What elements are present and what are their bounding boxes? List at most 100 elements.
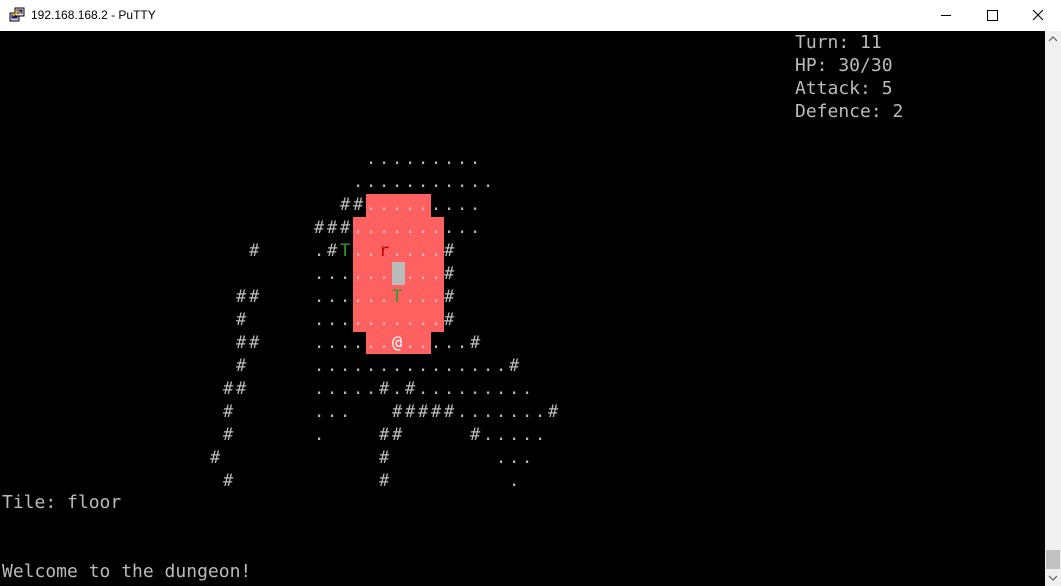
scroll-down-icon[interactable] (1045, 569, 1061, 586)
floor-tile: . (522, 379, 533, 399)
floor-tile: . (314, 333, 325, 353)
wall-tile: # (392, 425, 403, 445)
scrollbar-thumb[interactable] (1046, 550, 1060, 569)
floor-tile: . (366, 356, 377, 376)
floor-tile: . (418, 149, 429, 169)
wall-tile: # (340, 195, 351, 215)
floor-tile: . (444, 379, 455, 399)
floor-tile: . (431, 356, 442, 376)
floor-tile: . (418, 310, 429, 330)
player-glyph: @ (392, 333, 403, 353)
floor-tile: . (470, 356, 481, 376)
floor-tile: . (418, 241, 429, 261)
floor-tile: . (483, 356, 494, 376)
wall-tile: # (418, 402, 429, 422)
floor-tile: . (353, 241, 364, 261)
floor-tile: . (457, 149, 468, 169)
close-icon (1032, 9, 1044, 21)
floor-tile: . (431, 333, 442, 353)
floor-tile: . (340, 402, 351, 422)
floor-tile: . (314, 241, 325, 261)
terminal-area[interactable]: .................... # #......... # # #......… (0, 31, 1045, 586)
floor-tile: . (444, 333, 455, 353)
floor-tile: . (431, 241, 442, 261)
defence-readout: Defence: 2 (795, 101, 904, 122)
wall-tile: # (470, 425, 481, 445)
floor-tile: . (379, 310, 390, 330)
floor-tile: . (418, 172, 429, 192)
scroll-up-icon[interactable] (1045, 31, 1061, 48)
floor-tile: . (509, 448, 520, 468)
vertical-scrollbar[interactable] (1045, 31, 1061, 586)
rat-glyph: r (379, 241, 390, 261)
floor-tile: . (314, 356, 325, 376)
wall-tile: # (405, 402, 416, 422)
floor-tile: . (392, 310, 403, 330)
hp-readout: HP: 30/30 (795, 55, 893, 76)
floor-tile: . (444, 218, 455, 238)
floor-tile: . (418, 218, 429, 238)
floor-tile: . (470, 149, 481, 169)
floor-tile: . (353, 379, 364, 399)
floor-tile: . (392, 149, 403, 169)
wall-tile: # (353, 195, 364, 215)
floor-tile: . (405, 310, 416, 330)
floor-tile: . (392, 195, 403, 215)
wall-tile: # (444, 310, 455, 330)
floor-tile: . (496, 402, 507, 422)
floor-tile: . (327, 333, 338, 353)
minimize-button[interactable] (923, 0, 969, 31)
floor-tile: . (392, 264, 403, 284)
title-bar: 192.168.168.2 - PuTTY (0, 0, 1061, 31)
floor-tile: . (509, 402, 520, 422)
floor-tile: . (340, 356, 351, 376)
wall-tile: # (444, 241, 455, 261)
wall-tile: # (444, 264, 455, 284)
close-button[interactable] (1015, 0, 1061, 31)
floor-tile: . (340, 333, 351, 353)
message-log: Welcome to the dungeon! (2, 561, 252, 582)
floor-tile: . (457, 379, 468, 399)
floor-tile: . (405, 218, 416, 238)
floor-tile: . (379, 264, 390, 284)
floor-tile: . (379, 172, 390, 192)
tile-info: Tile: floor (2, 492, 122, 513)
floor-tile: . (405, 287, 416, 307)
floor-tile: . (483, 379, 494, 399)
floor-tile: . (353, 218, 364, 238)
floor-tile: . (353, 287, 364, 307)
floor-tile: . (418, 195, 429, 215)
floor-tile: . (366, 149, 377, 169)
floor-tile: . (522, 448, 533, 468)
putty-icon (9, 7, 25, 22)
floor-tile: . (496, 425, 507, 445)
floor-tile: . (457, 333, 468, 353)
floor-tile: . (522, 425, 533, 445)
floor-tile: . (457, 402, 468, 422)
floor-tile: . (366, 218, 377, 238)
floor-tile: . (379, 356, 390, 376)
floor-tile: . (509, 379, 520, 399)
floor-tile: . (366, 172, 377, 192)
floor-tile: . (366, 310, 377, 330)
floor-tile: . (457, 218, 468, 238)
maximize-button[interactable] (969, 0, 1015, 31)
floor-tile: . (379, 218, 390, 238)
floor-tile: . (340, 287, 351, 307)
wall-tile: # (470, 333, 481, 353)
wall-tile: # (223, 471, 234, 491)
floor-tile: . (470, 172, 481, 192)
floor-tile: . (470, 195, 481, 215)
floor-tile: . (366, 264, 377, 284)
floor-tile: . (327, 310, 338, 330)
wall-tile: # (223, 379, 234, 399)
floor-tile: . (431, 218, 442, 238)
wall-tile: # (444, 402, 455, 422)
floor-tile: . (431, 310, 442, 330)
wall-tile: # (223, 402, 234, 422)
wall-tile: # (223, 425, 234, 445)
wall-tile: # (444, 287, 455, 307)
wall-tile: # (327, 241, 338, 261)
floor-tile: . (457, 195, 468, 215)
window-title: 192.168.168.2 - PuTTY (31, 8, 156, 22)
